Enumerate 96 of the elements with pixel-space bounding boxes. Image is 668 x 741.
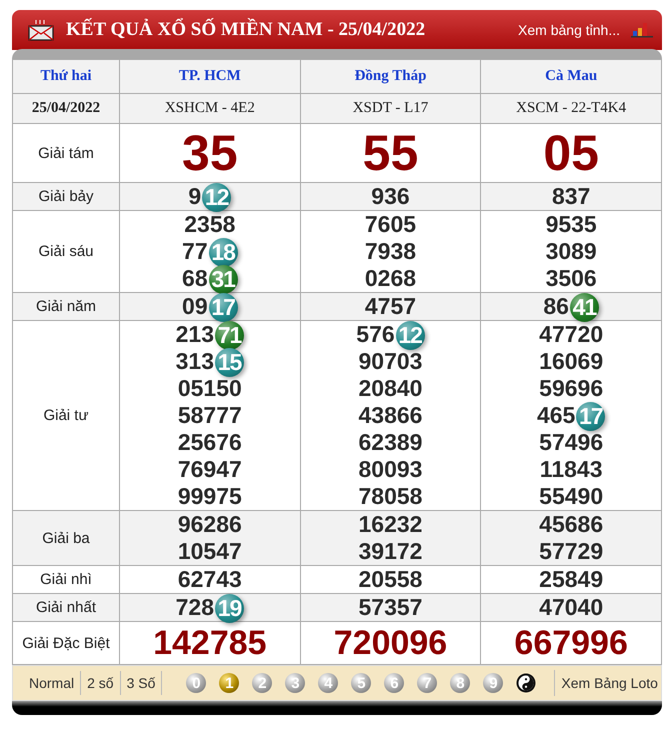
prize-number: 57729 bbox=[538, 538, 604, 565]
prize-number: 465 17 bbox=[481, 402, 661, 429]
prize-number: 2358 bbox=[183, 211, 236, 238]
mode-tab[interactable]: 2 số bbox=[81, 671, 121, 695]
digit-ball[interactable]: 9 bbox=[483, 673, 504, 693]
prize-number: 59696 bbox=[538, 375, 604, 402]
prize-number: 667996 bbox=[513, 623, 629, 664]
prize-number: 16232 bbox=[358, 511, 424, 538]
prize-number: 9535 bbox=[544, 211, 598, 238]
prize-number: 47720 bbox=[538, 321, 604, 348]
prize-number: 55 bbox=[362, 124, 420, 182]
mode-tab[interactable]: 3 Số bbox=[120, 671, 162, 695]
prize-number: 9 12 bbox=[120, 183, 300, 210]
prize-number: 728 19 bbox=[120, 594, 300, 621]
number-ball: 15 bbox=[215, 348, 244, 378]
bar-chart-icon[interactable] bbox=[630, 22, 654, 38]
prize-number: 90703 bbox=[358, 348, 424, 375]
prize-number: 62389 bbox=[358, 429, 424, 456]
column-header: Cà Mau bbox=[480, 60, 662, 94]
digit-ball[interactable]: 1 bbox=[219, 673, 240, 693]
prize-number: 720096 bbox=[332, 623, 448, 664]
digit-ball[interactable]: 3 bbox=[285, 673, 306, 693]
prize-number: 213 71 bbox=[120, 321, 300, 348]
prize-number: 99975 bbox=[176, 483, 243, 510]
digit-ball[interactable]: 8 bbox=[450, 673, 470, 693]
prize-number: 3089 bbox=[544, 238, 598, 265]
prize-number: 4757 bbox=[364, 293, 418, 320]
prize-number: 86 41 bbox=[481, 293, 661, 320]
mode-tab[interactable]: Normal bbox=[23, 671, 82, 695]
digit-ball[interactable]: 5 bbox=[351, 673, 372, 693]
province-table-link[interactable]: Xem bảng tỉnh... bbox=[518, 22, 620, 38]
prize-number: 7605 bbox=[364, 211, 418, 238]
number-ball: 17 bbox=[208, 293, 238, 322]
prize-number: 20558 bbox=[358, 566, 424, 593]
loto-table-link[interactable]: Xem Bảng Loto bbox=[561, 675, 658, 691]
prize-number: 58777 bbox=[176, 402, 243, 429]
prize-number: 3506 bbox=[544, 265, 598, 292]
digit-ball[interactable]: 4 bbox=[318, 673, 338, 693]
prize-number: 57357 bbox=[358, 594, 424, 621]
prize-number: 16069 bbox=[538, 348, 604, 375]
prize-label: Giải nhất bbox=[12, 594, 120, 622]
number-ball: 19 bbox=[215, 594, 244, 624]
draw-date: 25/04/2022 bbox=[12, 94, 120, 124]
prize-number: 7938 bbox=[364, 238, 418, 265]
envelope-icon bbox=[28, 19, 54, 41]
prize-number: 09 17 bbox=[120, 293, 300, 320]
ticket-code: XSHCM - 4E2 bbox=[120, 94, 300, 124]
number-ball: 12 bbox=[396, 321, 425, 350]
prize-number: 96286 bbox=[176, 511, 243, 538]
number-ball: 12 bbox=[202, 183, 232, 212]
prize-number: 576 12 bbox=[300, 321, 480, 348]
column-header: TP. HCM bbox=[120, 60, 300, 94]
prize-number: 05 bbox=[542, 124, 600, 182]
prize-label: Giải ba bbox=[12, 510, 120, 566]
column-header: Đồng Tháp bbox=[300, 60, 481, 94]
digit-ball[interactable]: 0 bbox=[186, 673, 206, 693]
prize-number: 10547 bbox=[176, 538, 243, 565]
prize-number: 25849 bbox=[538, 566, 604, 593]
prize-number: 43866 bbox=[358, 402, 424, 429]
number-ball: 18 bbox=[208, 238, 238, 268]
prize-number: 05150 bbox=[176, 375, 243, 402]
prize-number: 936 bbox=[370, 183, 411, 210]
prize-number: 0268 bbox=[364, 265, 418, 292]
page-title: KẾT QUẢ XỔ SỐ MIỀN NAM - 25/04/2022 bbox=[66, 19, 426, 41]
prize-number: 837 bbox=[550, 183, 592, 210]
ticket-code: XSCM - 22-T4K4 bbox=[480, 94, 662, 124]
number-ball: 31 bbox=[208, 265, 238, 294]
prize-number: 47040 bbox=[538, 594, 604, 621]
prize-label: Giải năm bbox=[12, 292, 120, 320]
prize-number: 35 bbox=[181, 124, 239, 182]
digit-ball[interactable]: 7 bbox=[417, 673, 438, 693]
prize-number: 25676 bbox=[176, 429, 243, 456]
prize-number: 313 15 bbox=[120, 348, 300, 375]
prize-number: 39172 bbox=[358, 538, 424, 565]
prize-number: 77 18 bbox=[120, 238, 300, 265]
prize-number: 142785 bbox=[152, 623, 268, 664]
prize-number: 78058 bbox=[358, 483, 424, 510]
prize-number: 45686 bbox=[538, 511, 604, 538]
number-ball: 41 bbox=[570, 293, 599, 322]
digit-ball[interactable]: 6 bbox=[384, 673, 404, 693]
prize-number: 20840 bbox=[358, 375, 424, 402]
number-ball: 71 bbox=[215, 321, 244, 350]
prize-number: 80093 bbox=[358, 456, 424, 483]
prize-number: 68 31 bbox=[120, 265, 300, 292]
prize-label: Giải bảy bbox=[12, 182, 120, 210]
prize-number: 11843 bbox=[538, 456, 604, 483]
ticket-code: XSDT - L17 bbox=[300, 94, 481, 124]
yin-yang-icon[interactable] bbox=[516, 673, 536, 693]
prize-number: 57496 bbox=[538, 429, 604, 456]
digit-ball[interactable]: 2 bbox=[252, 673, 272, 693]
prize-label: Giải tư bbox=[12, 320, 120, 510]
number-ball: 17 bbox=[576, 402, 606, 432]
prize-number: 62743 bbox=[176, 566, 243, 593]
prize-number: 76947 bbox=[176, 456, 243, 483]
prize-number: 55490 bbox=[538, 483, 604, 510]
column-header: Thứ hai bbox=[12, 60, 120, 94]
